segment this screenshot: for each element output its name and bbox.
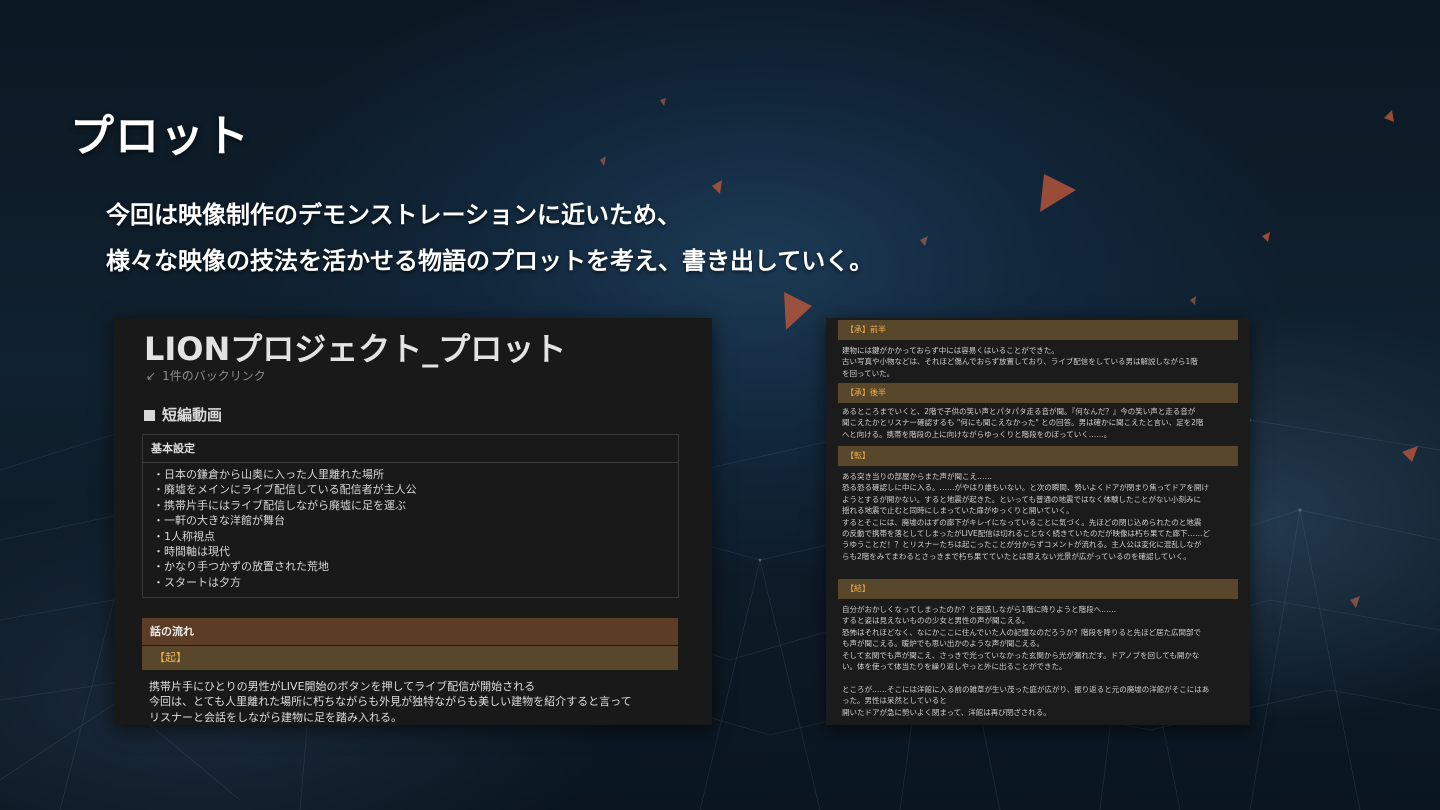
text-line: 恐怖はそれほどなく、なにかここに住んでいた人の記憶なのだろうか？階段を降りると先… (842, 627, 1202, 637)
list-item: ・一軒の大きな洋館が舞台 (153, 514, 285, 528)
text-line: 自分がおかしくなってしまったのか？と困惑しながら1階に降りようと階段へ…… (842, 605, 1117, 614)
text-line: 携帯片手にひとりの男性がLIVE開始のボタンを押してライブ配信が開始される (149, 680, 536, 693)
text-line: あるところまでいくと、2階で子供の笑い声とパタパタ走る音が聞。『何なんだ？』今の… (842, 407, 1196, 416)
text-line: 恐る恐る確認しに中に入る。……がやはり誰もいない。と次の瞬間、勢いよくドアが閉ま… (842, 483, 1209, 493)
text-line: ある突き当りの部屋からまた声が聞こえ…… (842, 472, 992, 481)
section-heading: 短編動画 (144, 404, 222, 425)
ten-text: ある突き当りの部屋からまた声が聞こえ…… 恐る恐る確認しに中に入る。……がやはり… (842, 471, 1236, 562)
ketsu-text: 自分がおかしくなってしまったのか？と困惑しながら1階に降りようと階段へ…… する… (842, 604, 1236, 718)
intro-text: 今回は映像制作のデモンストレーションに近いため、 様々な映像の技法を活かせる物語… (106, 192, 873, 284)
text-line: へと向ける。携帯を階段の上に向けながらゆっくりと階段をのぼっていく……。 (842, 429, 1112, 439)
sho-second-label: 【承】後半 (838, 383, 1238, 403)
list-item: ・かなり手つかずの放置された荒地 (153, 560, 329, 574)
text-line: らも2階をみてまわるとさっきまで朽ち果てていたとは思えない光景が広がっているのを… (842, 551, 1191, 561)
text-line: リスナーと会話をしながら建物に足を踏み入れる。 (149, 710, 402, 724)
list-item: ・携帯片手にはライブ配信しながら廃墟に足を運ぶ (153, 498, 406, 512)
backlinks-link[interactable]: ↙ 1件のバックリンク (146, 367, 266, 384)
ten-label: 【転】 (838, 446, 1238, 466)
text-line: ようとするが開かない。すると地震が起きた。といっても普通の地震ではなく体験したこ… (842, 494, 1202, 504)
text-line: 揺れる地震で止むと同時にしまっていた扉がゆっくりと開いていく。 (842, 506, 1074, 516)
text-line: った。男性は呆然としていると (842, 696, 947, 706)
list-item: ・日本の鎌倉から山奥に入った人里離れた場所 (153, 468, 384, 481)
ki-section-label: 【起】 (142, 646, 678, 670)
text-line: 今回は、とても人里離れた場所に朽ちながらも外見が独特ながらも美しい建物を紹介する… (149, 695, 632, 709)
list-item: ・スタートは夕方 (153, 575, 241, 589)
square-bullet-icon (144, 410, 155, 421)
plot-document-screenshot-right: 【承】前半 建物には鍵がかかっておらず中には容易くはいることができた。 古い写真… (826, 318, 1250, 725)
intro-line-1: 今回は映像制作のデモンストレーションに近いため、 (106, 201, 682, 229)
text-line: 開いたドアが急に勢いよく閉まって、洋館は再び閉ざされる。 (842, 707, 1051, 717)
text-line (842, 672, 1236, 683)
text-line: すると姿は見えないものの少女と男性の声が聞こえる。 (842, 616, 1030, 626)
slide-title: プロット (70, 111, 250, 162)
sho-first-text: 建物には鍵がかかっておらず中には容易くはいることができた。 古い写真や小物などは… (842, 345, 1236, 379)
backlink-arrow-icon: ↙ (146, 369, 157, 383)
text-line: ところが……そこには洋館に入る前の雑草が生い茂った庭が広がり、振り返ると元の廃墟… (842, 684, 1210, 694)
text-line: を回っていた。 (842, 368, 895, 378)
ketsu-label: 【結】 (838, 579, 1238, 599)
text-line: の反動で携帯を落としてしまったがLIVE配信は切れることなく続きていたのだが映像… (842, 529, 1211, 539)
text-line: い。体を使って体当たりを繰り返しやっと外に出ることができた。 (842, 662, 1067, 672)
document-title: LIONプロジェクト_プロット (144, 330, 567, 368)
text-line: も声が聞こえる。暖炉でも思い出かのような声が聞こえる。 (842, 639, 1045, 649)
text-line: そして玄関でも声が聞こえ、さっきで光っていなかった玄関から光が漏れだす。ドアノブ… (842, 650, 1200, 660)
basic-settings-table: 基本設定 ・日本の鎌倉から山奥に入った人里離れた場所 ・廃墟をメインにライブ配信… (142, 434, 679, 598)
settings-list: ・日本の鎌倉から山奥に入った人里離れた場所 ・廃墟をメインにライブ配信している配… (143, 463, 678, 590)
text-line: 古い写真や小物などは、それほど傷んでおらず放置しており、ライブ配信をしている男は… (842, 357, 1198, 367)
backlinks-label: 1件のバックリンク (162, 369, 266, 383)
story-flow-header: 話の流れ (142, 618, 678, 645)
plot-document-screenshot-left: LIONプロジェクト_プロット ↙ 1件のバックリンク 短編動画 基本設定 ・日本… (114, 318, 712, 725)
ki-section-text: 携帯片手にひとりの男性がLIVE開始のボタンを押してライブ配信が開始される 今回… (149, 679, 669, 725)
intro-line-2: 様々な映像の技法を活かせる物語のプロットを考え、書き出していく。 (106, 247, 874, 275)
section-heading-label: 短編動画 (162, 406, 223, 424)
list-item: ・1人称視点 (153, 529, 215, 543)
text-line: 建物には鍵がかかっておらず中には容易くはいることができた。 (842, 346, 1059, 355)
text-line: うゆうことだ！？とリスナーたちは起こったことが分からずコメントが流れる。主人公は… (842, 540, 1202, 550)
text-line: するとそこには、廃墟のはずの廊下がキレイになっていることに気づく。先ほどの閉じ込… (842, 517, 1202, 527)
text-line: 聞こえたかとリスナー確認するも "何にも聞こえなかった" との回答。男は確かに聞… (842, 418, 1204, 428)
list-item: ・時間軸は現代 (153, 545, 230, 559)
list-item: ・廃墟をメインにライブ配信している配信者が主人公 (153, 483, 417, 497)
sho-second-text: あるところまでいくと、2階で子供の笑い声とパタパタ走る音が聞。『何なんだ？』今の… (842, 406, 1236, 440)
sho-first-label: 【承】前半 (838, 320, 1238, 340)
settings-header: 基本設定 (143, 435, 678, 463)
